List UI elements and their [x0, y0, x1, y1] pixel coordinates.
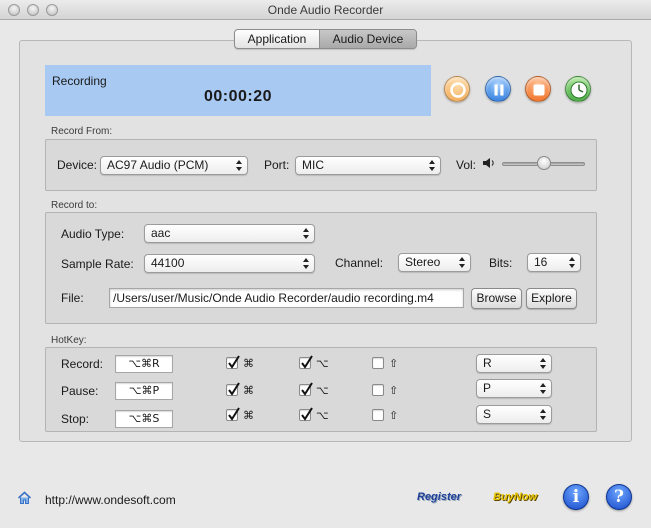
buynow-button[interactable]: BuyNow — [493, 491, 537, 503]
hotkey-record-shift-checkbox[interactable] — [372, 357, 384, 369]
checkmark-icon — [301, 382, 313, 396]
command-icon: ⌘ — [243, 384, 254, 397]
channel-select-value: Stereo — [405, 255, 441, 269]
chevron-updown-icon — [236, 160, 242, 171]
pause-button[interactable] — [485, 76, 511, 102]
hotkey-record-cmd-checkbox[interactable] — [226, 355, 240, 369]
hotkey-pause-opt-checkbox[interactable] — [299, 382, 313, 396]
chevron-updown-icon — [540, 409, 546, 420]
hotkey-pause-key-select[interactable]: P — [476, 379, 552, 398]
checkmark-icon — [301, 407, 313, 421]
hotkey-stop-shortcut[interactable]: ⌥⌘S — [115, 410, 173, 428]
chevron-updown-icon — [540, 358, 546, 369]
option-icon: ⌥ — [316, 384, 329, 397]
sample-rate-select[interactable]: 44100 — [144, 254, 315, 273]
audio-type-select[interactable]: aac — [144, 224, 315, 243]
checkmark-icon — [301, 355, 313, 369]
record-button[interactable] — [444, 76, 470, 102]
recording-timer: 00:00:20 — [203, 88, 273, 105]
shift-icon: ⇧ — [389, 357, 399, 370]
checkmark-icon — [228, 382, 240, 396]
device-select-value: AC97 Audio (PCM) — [107, 158, 209, 172]
hotkey-pause-shortcut[interactable]: ⌥⌘P — [115, 382, 173, 400]
hotkey-pause-shift-checkbox[interactable] — [372, 384, 384, 396]
option-icon: ⌥ — [316, 357, 329, 370]
title-bar: Onde Audio Recorder — [0, 0, 651, 20]
tab-audio-device[interactable]: Audio Device — [320, 30, 416, 48]
shift-icon: ⇧ — [389, 384, 399, 397]
hotkey-stop-key-value: S — [483, 407, 492, 421]
port-select[interactable]: MIC — [295, 156, 441, 175]
hotkey-record-label: Record: — [61, 357, 104, 371]
window-title: Onde Audio Recorder — [267, 3, 384, 17]
sample-rate-select-value: 44100 — [151, 256, 185, 270]
bits-select-value: 16 — [534, 255, 548, 269]
command-icon: ⌘ — [243, 409, 254, 422]
record-icon — [450, 82, 466, 98]
schedule-button[interactable] — [565, 76, 591, 102]
help-icon[interactable]: ? — [606, 484, 632, 510]
chevron-updown-icon — [569, 257, 575, 268]
tab-application[interactable]: Application — [235, 30, 320, 48]
record-from-heading: Record From: — [51, 126, 113, 137]
hotkey-record-shortcut[interactable]: ⌥⌘R — [115, 355, 173, 373]
audio-type-select-value: aac — [151, 226, 171, 240]
register-button[interactable]: Register — [417, 491, 461, 503]
bits-label: Bits: — [489, 256, 513, 270]
file-label: File: — [61, 291, 84, 305]
speaker-icon — [483, 158, 494, 168]
port-select-value: MIC — [302, 158, 324, 172]
device-label: Device: — [57, 158, 98, 172]
chevron-updown-icon — [303, 258, 309, 269]
hotkey-stop-shift-checkbox[interactable] — [372, 409, 384, 421]
hotkey-record-key-value: R — [483, 356, 492, 370]
hotkey-record-opt-checkbox[interactable] — [299, 355, 313, 369]
volume-slider-knob[interactable] — [536, 156, 551, 170]
command-icon: ⌘ — [243, 357, 254, 370]
browse-button[interactable]: Browse — [471, 288, 522, 309]
hotkey-stop-cmd-checkbox[interactable] — [226, 407, 240, 421]
stop-button[interactable] — [525, 76, 551, 102]
hotkey-record-key-select[interactable]: R — [476, 354, 552, 373]
checkmark-icon — [228, 407, 240, 421]
channel-label: Channel: — [335, 256, 384, 270]
shift-icon: ⇧ — [389, 409, 399, 422]
volume-label: Vol: — [456, 158, 477, 172]
device-select[interactable]: AC97 Audio (PCM) — [100, 156, 248, 175]
tab-bar: Application Audio Device — [234, 29, 417, 49]
hotkey-stop-opt-checkbox[interactable] — [299, 407, 313, 421]
hotkey-pause-cmd-checkbox[interactable] — [226, 382, 240, 396]
stop-icon — [533, 84, 545, 96]
chevron-updown-icon — [540, 383, 546, 394]
info-icon[interactable]: i — [563, 484, 589, 510]
hotkey-heading: HotKey: — [51, 335, 87, 346]
home-icon[interactable] — [17, 491, 32, 505]
file-path-field[interactable]: /Users/user/Music/Onde Audio Recorder/au… — [109, 288, 464, 308]
channel-select[interactable]: Stereo — [398, 253, 471, 272]
hotkey-stop-label: Stop: — [61, 412, 90, 426]
chevron-updown-icon — [459, 257, 465, 268]
recording-status-display: Recording 00:00:20 — [45, 65, 431, 116]
audio-type-label: Audio Type: — [61, 227, 125, 241]
hotkey-pause-label: Pause: — [61, 384, 99, 398]
hotkey-stop-key-select[interactable]: S — [476, 405, 552, 424]
website-link[interactable]: http://www.ondesoft.com — [45, 493, 176, 507]
checkmark-icon — [228, 355, 240, 369]
pause-icon — [494, 84, 504, 96]
bits-select[interactable]: 16 — [527, 253, 581, 272]
explore-button[interactable]: Explore — [526, 288, 577, 309]
port-label: Port: — [264, 158, 290, 172]
chevron-updown-icon — [303, 228, 309, 239]
sample-rate-label: Sample Rate: — [61, 257, 134, 271]
clock-icon — [570, 81, 588, 99]
record-to-heading: Record to: — [51, 200, 98, 211]
hotkey-pause-key-value: P — [483, 381, 492, 395]
chevron-updown-icon — [429, 160, 435, 171]
option-icon: ⌥ — [316, 409, 329, 422]
recording-status-label: Recording — [52, 74, 107, 88]
